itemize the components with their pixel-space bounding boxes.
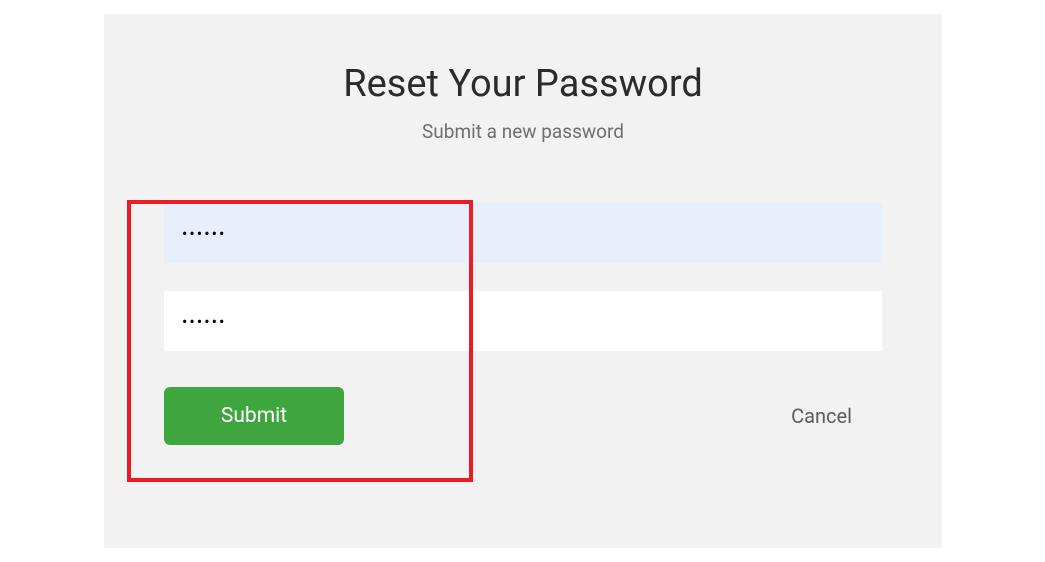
confirm-password-input[interactable] — [164, 291, 882, 351]
cancel-link[interactable]: Cancel — [791, 404, 852, 428]
reset-password-panel: Reset Your Password Submit a new passwor… — [104, 14, 942, 548]
page-title: Reset Your Password — [164, 62, 882, 106]
submit-button[interactable]: Submit — [164, 387, 344, 445]
page-subtitle: Submit a new password — [164, 120, 882, 143]
form-area: Submit Cancel — [164, 203, 882, 445]
new-password-input[interactable] — [164, 203, 882, 263]
actions-row: Submit Cancel — [164, 387, 882, 445]
